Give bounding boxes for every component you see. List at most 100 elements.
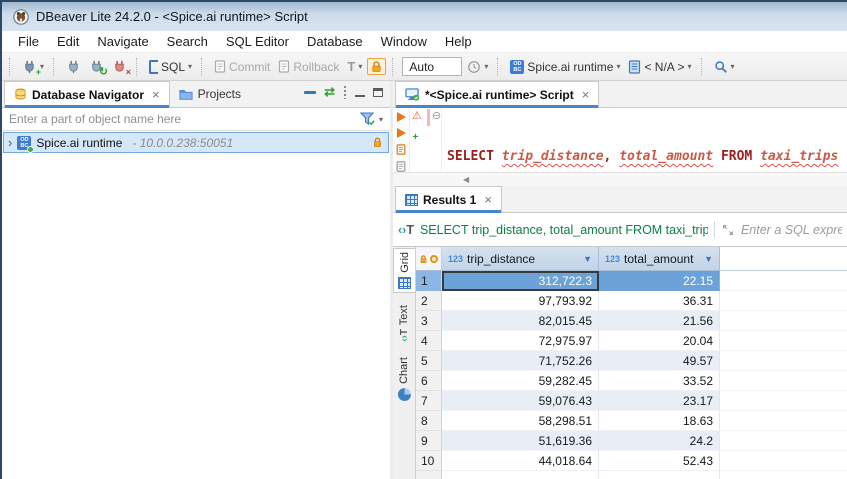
- close-icon[interactable]: ×: [152, 87, 160, 102]
- explain-plan-icon[interactable]: [395, 161, 407, 172]
- transaction-log-button[interactable]: ▾: [464, 58, 491, 76]
- cell-trip-distance[interactable]: 44,018.64: [442, 451, 599, 471]
- cell-total-amount[interactable]: 24.2: [599, 431, 720, 451]
- search-button[interactable]: ▾: [711, 58, 738, 76]
- cell-trip-distance[interactable]: 58,298.51: [442, 411, 599, 431]
- execute-script-icon[interactable]: [395, 144, 407, 155]
- column-header-total-amount[interactable]: 123 total_amount ▼: [599, 247, 720, 271]
- cell-trip-distance[interactable]: 312,722.3: [442, 271, 599, 291]
- connect-button[interactable]: [63, 57, 84, 76]
- row-number-cell[interactable]: 5: [416, 351, 442, 371]
- toolbar-drag-handle: [9, 58, 13, 76]
- presentation-tab-text[interactable]: Text ‹›T: [393, 302, 415, 345]
- menu-file[interactable]: File: [9, 32, 48, 51]
- active-connection-selector[interactable]: ODBC Spice.ai runtime ▾: [507, 58, 623, 76]
- filter-settings-button[interactable]: ▾: [360, 112, 390, 126]
- tab-sql-script[interactable]: *<Spice.ai runtime> Script ×: [395, 81, 599, 107]
- sql-expression-filter-placeholder[interactable]: Enter a SQL expression to: [741, 223, 842, 237]
- row-number-cell[interactable]: 3: [416, 311, 442, 331]
- cell-total-amount[interactable]: 18.63: [599, 411, 720, 431]
- cell-total-amount[interactable]: 33.52: [599, 371, 720, 391]
- minimize-view-icon[interactable]: [304, 91, 316, 94]
- sql-code[interactable]: SELECT trip_distance, total_amount FROM …: [443, 109, 847, 172]
- fold-collapse-icon[interactable]: ⊖: [432, 110, 441, 123]
- editor-horizontal-scrollbar[interactable]: ◀: [393, 172, 847, 186]
- execute-statement-icon[interactable]: [397, 112, 406, 122]
- row-number-cell[interactable]: 9: [416, 431, 442, 451]
- cell-total-amount[interactable]: 52.43: [599, 451, 720, 471]
- transaction-mode-button[interactable]: T ▾: [344, 57, 365, 76]
- expand-chevron-icon[interactable]: ›: [8, 135, 12, 150]
- commit-button[interactable]: Commit: [211, 58, 273, 76]
- table-row: 759,076.4323.17: [416, 391, 847, 411]
- cell-total-amount[interactable]: 23.17: [599, 391, 720, 411]
- row-number-cell[interactable]: 10: [416, 451, 442, 471]
- scroll-left-arrow-icon[interactable]: ◀: [463, 175, 469, 184]
- toolbar-separator: [201, 58, 205, 76]
- expand-panel-icon[interactable]: [721, 223, 735, 237]
- application-window: DBeaver Lite 24.2.0 - <Spice.ai runtime>…: [0, 0, 847, 479]
- link-with-editor-icon[interactable]: ⇄: [324, 87, 335, 97]
- presentation-tab-grid[interactable]: Grid: [393, 248, 415, 293]
- cell-total-amount[interactable]: 21.56: [599, 311, 720, 331]
- minimize-icon[interactable]: [355, 88, 365, 97]
- row-number-cell: [416, 471, 442, 479]
- grid-corner-cell[interactable]: [416, 247, 442, 271]
- maximize-icon[interactable]: [373, 88, 383, 97]
- record-mode-icon: [430, 255, 438, 263]
- cell-total-amount[interactable]: 49.57: [599, 351, 720, 371]
- row-number-cell[interactable]: 4: [416, 331, 442, 351]
- menu-window[interactable]: Window: [372, 32, 436, 51]
- tab-results-1[interactable]: Results 1 ×: [395, 186, 502, 212]
- view-menu-icon[interactable]: [343, 85, 347, 99]
- close-icon[interactable]: ×: [484, 192, 492, 207]
- cell-trip-distance[interactable]: 51,619.36: [442, 431, 599, 451]
- active-database-selector[interactable]: < N/A > ▾: [625, 58, 694, 76]
- sort-desc-icon[interactable]: ▼: [583, 254, 592, 264]
- object-name-filter-input[interactable]: [2, 108, 360, 130]
- cell-total-amount[interactable]: 36.31: [599, 291, 720, 311]
- sql-editor-button[interactable]: SQL ▾: [146, 58, 195, 76]
- toolbar-separator: [701, 58, 705, 76]
- row-number-cell[interactable]: 1: [416, 271, 442, 291]
- grid-view-icon: [398, 277, 411, 289]
- menu-navigate[interactable]: Navigate: [88, 32, 157, 51]
- tab-projects[interactable]: Projects: [170, 81, 250, 107]
- cell-trip-distance[interactable]: 59,076.43: [442, 391, 599, 411]
- menu-help[interactable]: Help: [436, 32, 481, 51]
- sort-icon[interactable]: ▼: [704, 254, 713, 264]
- execute-new-tab-icon[interactable]: +: [397, 128, 406, 138]
- menu-bar: File Edit Navigate Search SQL Editor Dat…: [2, 31, 847, 53]
- sql-editor-body[interactable]: + ⚠ ⊖ SELECT trip_distance, total_amount…: [393, 108, 847, 172]
- cell-trip-distance[interactable]: 82,015.45: [442, 311, 599, 331]
- sql-line-1[interactable]: SELECT trip_distance, total_amount FROM …: [443, 147, 847, 166]
- menu-edit[interactable]: Edit: [48, 32, 88, 51]
- commit-mode-combo[interactable]: Auto: [402, 57, 462, 76]
- row-number-cell[interactable]: 2: [416, 291, 442, 311]
- cell-trip-distance[interactable]: 71,752.26: [442, 351, 599, 371]
- menu-sql-editor[interactable]: SQL Editor: [217, 32, 298, 51]
- commit-label: Commit: [229, 60, 270, 74]
- new-connection-button[interactable]: + ▾: [19, 57, 47, 76]
- autocommit-lock-toggle[interactable]: [367, 58, 386, 75]
- close-icon[interactable]: ×: [582, 87, 590, 102]
- tab-database-navigator[interactable]: Database Navigator ×: [4, 81, 170, 107]
- row-number-cell[interactable]: 6: [416, 371, 442, 391]
- cell-total-amount[interactable]: 22.15: [599, 271, 720, 291]
- menu-database[interactable]: Database: [298, 32, 372, 51]
- menu-search[interactable]: Search: [158, 32, 217, 51]
- column-header-trip-distance[interactable]: 123 trip_distance ▼: [442, 247, 599, 271]
- row-filler: [720, 471, 847, 479]
- row-number-cell[interactable]: 8: [416, 411, 442, 431]
- cell-trip-distance[interactable]: 59,282.45: [442, 371, 599, 391]
- rollback-button[interactable]: Rollback: [275, 58, 342, 76]
- cell-trip-distance[interactable]: 97,793.92: [442, 291, 599, 311]
- presentation-tab-chart[interactable]: Chart: [393, 354, 415, 404]
- disconnect-button[interactable]: ×: [109, 57, 130, 76]
- reconnect-button[interactable]: ↻: [86, 57, 107, 76]
- row-number-cell[interactable]: 7: [416, 391, 442, 411]
- cell-total-amount[interactable]: 20.04: [599, 331, 720, 351]
- connection-node-spiceai[interactable]: › ODBC Spice.ai runtime - 10.0.0.238:500…: [3, 132, 389, 153]
- cell-trip-distance[interactable]: 72,975.97: [442, 331, 599, 351]
- plug-plus-icon: +: [22, 59, 37, 74]
